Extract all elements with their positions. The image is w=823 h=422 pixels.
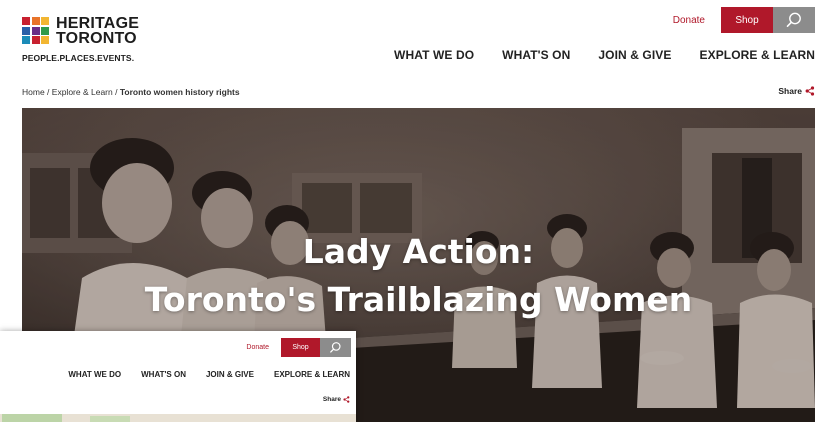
inset-utility-bar: Donate Shop <box>246 338 351 357</box>
breadcrumb-separator: / <box>44 87 52 97</box>
share-icon <box>343 396 350 403</box>
search-button[interactable] <box>773 7 815 33</box>
inset-nav-what-we-do[interactable]: WHAT WE DO <box>68 370 121 379</box>
breadcrumb-separator: / <box>112 87 120 97</box>
logo-square <box>31 17 40 25</box>
breadcrumb-home[interactable]: Home <box>22 87 45 97</box>
share-label: Share <box>778 86 802 96</box>
inset-nav-whats-on[interactable]: WHAT'S ON <box>141 370 186 379</box>
logo-square <box>22 26 30 35</box>
inset-screenshot: Donate Shop WHAT WE DO WHAT'S ON JOIN & … <box>0 331 356 422</box>
utility-bar: Donate Shop <box>673 7 815 33</box>
shop-button[interactable]: Shop <box>721 7 773 33</box>
breadcrumb-current: Toronto women history rights <box>119 87 240 97</box>
logo-square <box>41 36 49 44</box>
logo-tagline: PEOPLE.PLACES.EVENTS. <box>22 53 135 63</box>
breadcrumb: Home / Explore & Learn / Toronto women h… <box>22 87 240 97</box>
inset-share-button[interactable]: Share <box>323 396 350 403</box>
inset-search-button[interactable] <box>320 338 351 357</box>
share-button[interactable]: Share <box>778 86 815 96</box>
logo-square <box>22 17 30 25</box>
logo-square <box>31 36 40 44</box>
inset-map-preview[interactable] <box>0 414 356 422</box>
donate-link[interactable]: Donate <box>673 15 705 26</box>
search-icon <box>330 342 341 353</box>
nav-whats-on[interactable]: WHAT'S ON <box>502 48 570 62</box>
share-icon <box>805 86 815 96</box>
logo-line-2: TORONTO <box>56 30 137 47</box>
breadcrumb-section[interactable]: Explore & Learn <box>52 87 113 97</box>
logo-square <box>41 17 49 25</box>
inset-shop-button[interactable]: Shop <box>281 338 320 357</box>
logo-square <box>22 36 30 44</box>
map-park-area <box>2 414 62 422</box>
nav-explore-learn[interactable]: EXPLORE & LEARN <box>699 48 815 62</box>
nav-what-we-do[interactable]: WHAT WE DO <box>394 48 474 62</box>
nav-join-give[interactable]: JOIN & GIVE <box>598 48 671 62</box>
logo-square <box>31 26 40 35</box>
hero-title-line-1: Lady Action: <box>302 232 535 271</box>
logo-square <box>41 26 49 35</box>
inset-nav-explore-learn[interactable]: EXPLORE & LEARN <box>274 370 350 379</box>
logo-line-1: HERITAGE <box>56 15 140 32</box>
inset-share-label: Share <box>322 396 341 403</box>
inset-main-nav: WHAT WE DO WHAT'S ON JOIN & GIVE EXPLORE… <box>68 370 350 379</box>
search-icon <box>786 12 801 27</box>
hero-title-line-2: Toronto's Trailblazing Women <box>144 280 693 319</box>
logo-wordmark: HERITAGE TORONTO <box>56 15 140 47</box>
inset-donate-link[interactable]: Donate <box>246 344 269 351</box>
map-park-area <box>90 416 130 422</box>
main-nav: WHAT WE DO WHAT'S ON JOIN & GIVE EXPLORE… <box>394 48 815 62</box>
inset-nav-join-give[interactable]: JOIN & GIVE <box>206 370 254 379</box>
logo-mark-icon <box>22 17 50 46</box>
